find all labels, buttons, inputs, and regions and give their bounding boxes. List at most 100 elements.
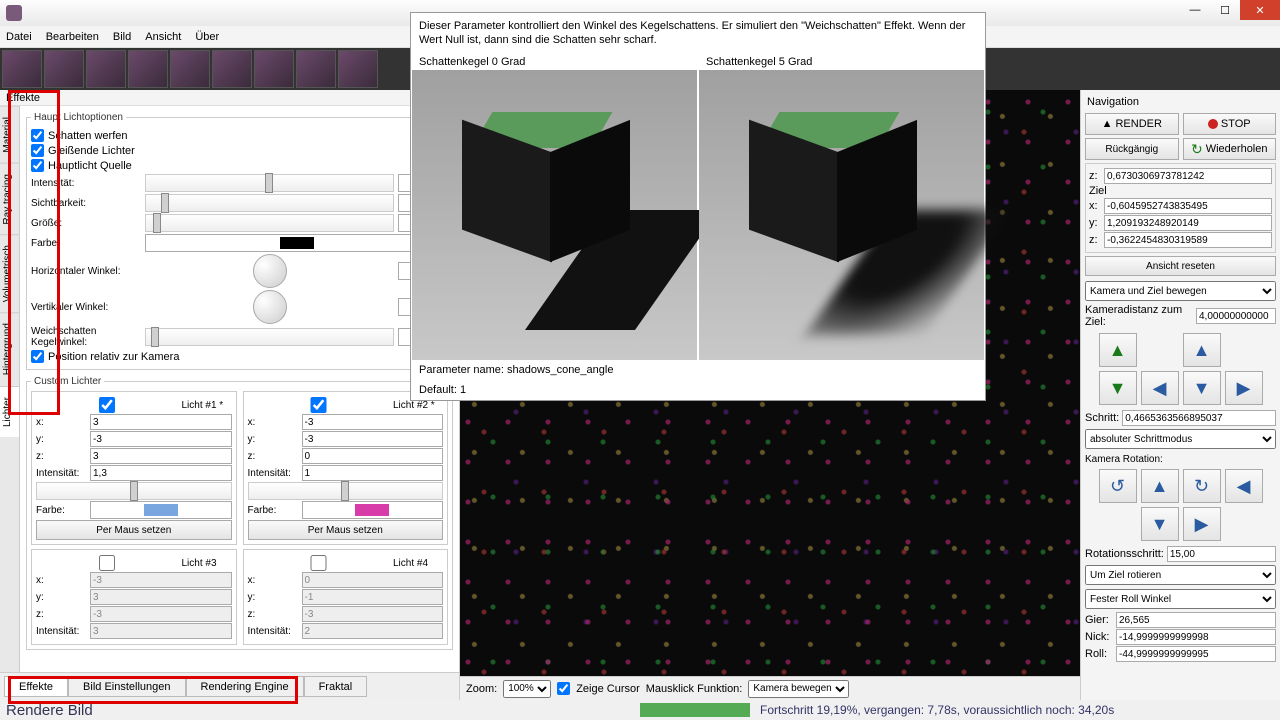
move-down-button[interactable]: ▼ xyxy=(1183,371,1221,405)
tooltip-caption-5: Schattenkegel 5 Grad xyxy=(698,54,985,70)
light2-slider[interactable] xyxy=(248,482,444,500)
target-x[interactable] xyxy=(1104,198,1272,214)
move-left-button[interactable]: ◀ xyxy=(1141,371,1179,405)
vtab-raytracing[interactable]: Ray tracing xyxy=(0,163,19,235)
preset-thumb[interactable] xyxy=(86,50,126,88)
light1-z[interactable] xyxy=(90,448,232,464)
step-input[interactable] xyxy=(1122,410,1276,426)
roll-mode-select[interactable]: Fester Roll Winkel xyxy=(1085,589,1276,609)
clickfn-select[interactable]: Kamera bewegen xyxy=(748,680,849,698)
light2-mouse-btn[interactable]: Per Maus setzen xyxy=(248,520,444,540)
visibility-slider[interactable] xyxy=(145,194,394,212)
preset-thumb[interactable] xyxy=(44,50,84,88)
glowing-lights-checkbox[interactable] xyxy=(31,144,44,157)
preset-thumb[interactable] xyxy=(338,50,378,88)
maximize-button[interactable]: ☐ xyxy=(1210,0,1240,20)
menu-file[interactable]: Datei xyxy=(6,31,32,43)
cast-shadows-label: Schatten werfen xyxy=(48,130,128,142)
size-slider[interactable] xyxy=(145,214,394,232)
render-button[interactable]: ▲RENDER xyxy=(1085,113,1179,135)
pitch-input[interactable] xyxy=(1116,629,1276,645)
vtab-lights[interactable]: Lichter xyxy=(0,386,19,437)
close-button[interactable]: ✕ xyxy=(1240,0,1280,20)
light2-y[interactable] xyxy=(302,431,444,447)
intensity-slider[interactable] xyxy=(145,174,394,192)
move-mode-select[interactable]: Kamera und Ziel bewegen xyxy=(1085,281,1276,301)
light1-checkbox[interactable] xyxy=(36,397,178,413)
tab-image-settings[interactable]: Bild Einstellungen xyxy=(68,676,185,697)
reset-view-button[interactable]: Ansicht reseten xyxy=(1085,256,1276,276)
menu-image[interactable]: Bild xyxy=(113,31,131,43)
preset-thumb[interactable] xyxy=(212,50,252,88)
light3-intensity xyxy=(90,623,232,639)
light3-checkbox[interactable] xyxy=(36,555,178,571)
light1-color[interactable] xyxy=(90,501,232,519)
target-y[interactable] xyxy=(1104,215,1272,231)
light2-checkbox[interactable] xyxy=(248,397,390,413)
cone-slider[interactable] xyxy=(145,328,394,346)
rot-right-button[interactable]: ▶ xyxy=(1183,507,1221,541)
light1-slider[interactable] xyxy=(36,482,232,500)
move-forward-button[interactable]: ▲ xyxy=(1099,333,1137,367)
light2-color[interactable] xyxy=(302,501,444,519)
viewport-toolbar: Zoom: 100% Zeige Cursor Mausklick Funkti… xyxy=(460,676,1080,700)
rot-up-button[interactable]: ▲ xyxy=(1141,469,1179,503)
stop-button[interactable]: STOP xyxy=(1183,113,1277,135)
rot-left-button[interactable]: ◀ xyxy=(1225,469,1263,503)
cast-shadows-checkbox[interactable] xyxy=(31,129,44,142)
roll-input[interactable] xyxy=(1116,646,1276,662)
light2-intensity[interactable] xyxy=(302,465,444,481)
light4-checkbox[interactable] xyxy=(248,555,390,571)
light1-y[interactable] xyxy=(90,431,232,447)
show-cursor-label: Zeige Cursor xyxy=(576,683,640,695)
light2-z[interactable] xyxy=(302,448,444,464)
light2-x[interactable] xyxy=(302,414,444,430)
move-right-button[interactable]: ▶ xyxy=(1225,371,1263,405)
relative-camera-checkbox[interactable] xyxy=(31,350,44,363)
menu-view[interactable]: Ansicht xyxy=(145,31,181,43)
main-light-group: Haupt Lichtoptionen Schatten werfen Glei… xyxy=(26,112,453,370)
vtab-material[interactable]: Material xyxy=(0,106,19,163)
redo-button[interactable]: ↻Wiederholen xyxy=(1183,138,1277,160)
main-light-title: Haupt Lichtoptionen xyxy=(31,112,126,123)
light1-x[interactable] xyxy=(90,414,232,430)
rot-ccw-button[interactable]: ↺ xyxy=(1099,469,1137,503)
zoom-select[interactable]: 100% xyxy=(503,680,551,698)
main-source-checkbox[interactable] xyxy=(31,159,44,172)
coord-z1[interactable] xyxy=(1104,168,1272,184)
menu-edit[interactable]: Bearbeiten xyxy=(46,31,99,43)
vangle-dial[interactable] xyxy=(253,290,287,324)
light3-panel: Licht #3 x: y: z: Intensität: xyxy=(31,549,237,645)
custom-lights-group: Custom Lichter Licht #1 * x: y: z: Inten… xyxy=(26,376,453,650)
rot-cw-button[interactable]: ↻ xyxy=(1183,469,1221,503)
camdist-input[interactable] xyxy=(1196,308,1276,324)
preset-thumb[interactable] xyxy=(2,50,42,88)
tab-effects[interactable]: Effekte xyxy=(4,676,68,697)
show-cursor-checkbox[interactable] xyxy=(557,682,570,695)
vtab-background[interactable]: Hintergrund xyxy=(0,312,19,385)
yaw-input[interactable] xyxy=(1116,612,1276,628)
rot-down-button[interactable]: ▼ xyxy=(1141,507,1179,541)
preset-thumb[interactable] xyxy=(254,50,294,88)
preset-thumb[interactable] xyxy=(170,50,210,88)
rotstep-input[interactable] xyxy=(1167,546,1276,562)
main-color-swatch[interactable] xyxy=(145,234,448,252)
step-label: Schritt: xyxy=(1085,412,1119,424)
vtab-volumetric[interactable]: Volumetrisch xyxy=(0,234,19,312)
light1-mouse-btn[interactable]: Per Maus setzen xyxy=(36,520,232,540)
move-back-button[interactable]: ▼ xyxy=(1099,371,1137,405)
preset-thumb[interactable] xyxy=(296,50,336,88)
step-mode-select[interactable]: absoluter Schrittmodus xyxy=(1085,429,1276,449)
tab-rendering-engine[interactable]: Rendering Engine xyxy=(186,676,304,697)
preset-thumb[interactable] xyxy=(128,50,168,88)
light2-label: Licht #2 * xyxy=(393,400,443,411)
menu-about[interactable]: Über xyxy=(195,31,219,43)
undo-button[interactable]: Rückgängig xyxy=(1085,138,1179,160)
tab-fractal[interactable]: Fraktal xyxy=(304,676,368,697)
move-up-button[interactable]: ▲ xyxy=(1183,333,1221,367)
hangle-dial[interactable] xyxy=(253,254,287,288)
target-z[interactable] xyxy=(1104,232,1272,248)
rot-mode-select[interactable]: Um Ziel rotieren xyxy=(1085,565,1276,585)
light1-intensity[interactable] xyxy=(90,465,232,481)
minimize-button[interactable]: — xyxy=(1180,0,1210,20)
